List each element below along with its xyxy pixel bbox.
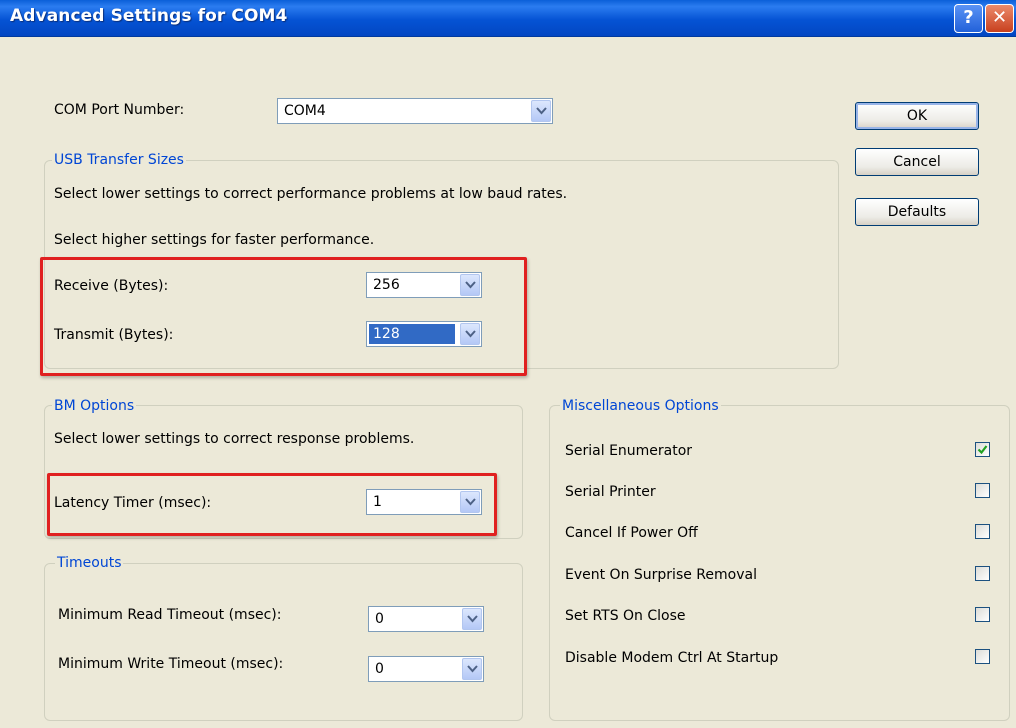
bm-hint: Select lower settings to correct respons… bbox=[54, 431, 415, 447]
read-timeout-select[interactable]: 0 bbox=[368, 606, 484, 632]
chevron-down-icon[interactable] bbox=[462, 658, 482, 680]
bm-options-legend: BM Options bbox=[52, 398, 137, 414]
chevron-down-icon[interactable] bbox=[531, 100, 551, 122]
chevron-down-icon[interactable] bbox=[462, 608, 482, 630]
cancel-button[interactable]: Cancel bbox=[855, 148, 979, 176]
highlight-box-transfer bbox=[40, 257, 527, 376]
close-button[interactable]: ✕ bbox=[985, 4, 1014, 33]
serial-printer-checkbox[interactable] bbox=[975, 483, 990, 498]
misc-option-label: Disable Modem Ctrl At Startup bbox=[565, 650, 779, 666]
timeouts-group bbox=[44, 563, 523, 721]
misc-option-label: Serial Printer bbox=[565, 484, 656, 500]
disable-modem-ctrl-checkbox[interactable] bbox=[975, 649, 990, 664]
set-rts-on-close-checkbox[interactable] bbox=[975, 607, 990, 622]
help-button[interactable]: ? bbox=[954, 4, 983, 33]
com-port-select[interactable]: COM4 bbox=[277, 98, 553, 124]
write-timeout-value: 0 bbox=[375, 661, 384, 677]
misc-option-label: Set RTS On Close bbox=[565, 608, 686, 624]
window-title: Advanced Settings for COM4 bbox=[10, 6, 288, 26]
checkmark-icon bbox=[977, 445, 988, 455]
highlight-box-latency bbox=[47, 473, 497, 536]
usb-transfer-legend: USB Transfer Sizes bbox=[52, 152, 186, 168]
defaults-button[interactable]: Defaults bbox=[855, 198, 979, 226]
misc-option-label: Cancel If Power Off bbox=[565, 525, 698, 541]
read-timeout-value: 0 bbox=[375, 611, 384, 627]
com-port-label: COM Port Number: bbox=[54, 102, 185, 118]
ok-button[interactable]: OK bbox=[855, 102, 979, 130]
event-on-surprise-removal-checkbox[interactable] bbox=[975, 566, 990, 581]
usb-hint-low: Select lower settings to correct perform… bbox=[54, 186, 568, 202]
usb-hint-high: Select higher settings for faster perfor… bbox=[54, 232, 375, 248]
misc-options-legend: Miscellaneous Options bbox=[560, 398, 721, 414]
write-timeout-select[interactable]: 0 bbox=[368, 656, 484, 682]
cancel-if-power-off-checkbox[interactable] bbox=[975, 524, 990, 539]
misc-option-label: Event On Surprise Removal bbox=[565, 567, 757, 583]
timeouts-legend: Timeouts bbox=[55, 555, 124, 571]
write-timeout-label: Minimum Write Timeout (msec): bbox=[58, 656, 284, 672]
misc-option-label: Serial Enumerator bbox=[565, 443, 693, 459]
serial-enumerator-checkbox[interactable] bbox=[975, 442, 990, 457]
read-timeout-label: Minimum Read Timeout (msec): bbox=[58, 607, 282, 623]
com-port-value: COM4 bbox=[284, 103, 326, 119]
